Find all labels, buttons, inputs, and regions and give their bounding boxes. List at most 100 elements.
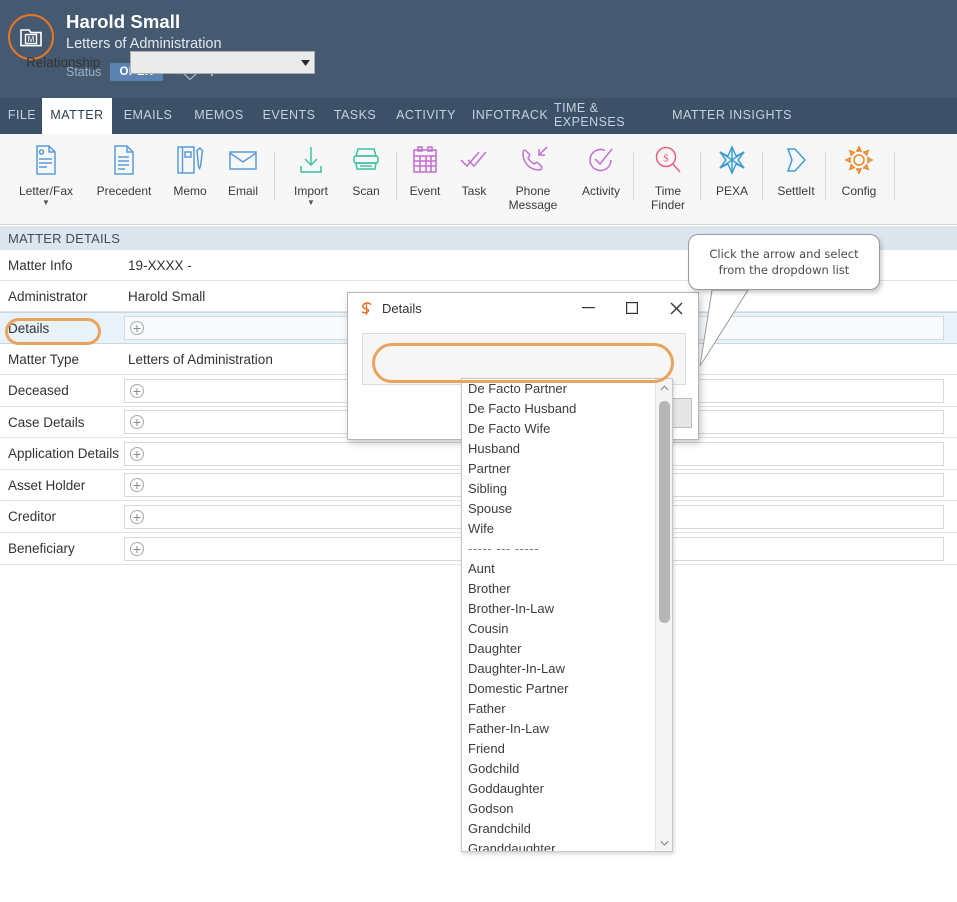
relationship-dropdown-list[interactable]: De Facto Partner De Facto Husband De Facto…: [461, 378, 673, 852]
dropdown-option[interactable]: Father-In-Law: [462, 719, 656, 739]
ribbon-button-email[interactable]: Email: [218, 139, 268, 198]
svg-text:M: M: [28, 35, 35, 44]
row-label: Matter Type: [8, 351, 80, 367]
ribbon-toolbar: Letter/Fax ▼ Precedent Memo Email Import ▼ Scan…: [0, 134, 957, 225]
ribbon-label: Precedent: [96, 184, 152, 198]
plus-circle-icon[interactable]: +: [130, 446, 144, 461]
maximize-button[interactable]: [610, 293, 654, 323]
instruction-callout: Click the arrow and select from the drop…: [688, 234, 880, 290]
page-title: Harold Small: [66, 11, 181, 32]
ribbon-button-settleit[interactable]: SettleIt: [770, 139, 822, 198]
ribbon-label: Phone Message: [508, 184, 558, 212]
dropdown-option[interactable]: De Facto Husband: [462, 399, 656, 419]
ribbon-button-event[interactable]: Event: [400, 139, 450, 198]
tab-file[interactable]: FILE: [2, 98, 42, 134]
ribbon-label: Scan: [352, 184, 380, 198]
row-label: Application Details: [8, 446, 120, 461]
ribbon-label: Time Finder: [650, 184, 685, 212]
matter-header: M Harold Small Letters of Administration…: [0, 0, 957, 98]
ribbon-button-activity[interactable]: Activity: [572, 139, 630, 198]
relationship-combobox[interactable]: [130, 51, 315, 74]
pexa-star-icon: [707, 139, 757, 181]
dropdown-option[interactable]: Godchild: [462, 759, 656, 779]
dropdown-option[interactable]: Domestic Partner: [462, 679, 656, 699]
plus-circle-icon[interactable]: +: [130, 415, 144, 429]
tab-memos[interactable]: MEMOS: [184, 98, 254, 134]
dropdown-option[interactable]: Husband: [462, 439, 656, 459]
ribbon-separator: [762, 152, 763, 200]
dropdown-option[interactable]: Daughter-In-Law: [462, 659, 656, 679]
dropdown-option[interactable]: ----- --- -----: [462, 539, 656, 559]
dropdown-option[interactable]: Spouse: [462, 499, 656, 519]
dropdown-option[interactable]: Brother-In-Law: [462, 599, 656, 619]
dropdown-scrollbar[interactable]: [655, 379, 672, 851]
dropdown-option[interactable]: Granddaughter: [462, 839, 656, 851]
dropdown-option[interactable]: Cousin: [462, 619, 656, 639]
dropdown-option[interactable]: De Facto Wife: [462, 419, 656, 439]
dropdown-option[interactable]: Friend: [462, 739, 656, 759]
plus-circle-icon[interactable]: +: [130, 383, 144, 398]
email-envelope-icon: [218, 139, 268, 181]
tab-tasks[interactable]: TASKS: [324, 98, 386, 134]
matter-type-subtitle: Letters of Administration: [66, 36, 222, 52]
memo-notebook-icon: [165, 139, 215, 181]
dropdown-option[interactable]: De Facto Partner: [462, 379, 656, 399]
plus-circle-icon[interactable]: +: [130, 478, 144, 492]
tab-time-expenses[interactable]: TIME & EXPENSES: [554, 98, 672, 134]
ribbon-separator: [825, 152, 826, 200]
dropdown-option[interactable]: Grandchild: [462, 819, 656, 839]
chevron-down-icon[interactable]: ▼: [10, 198, 82, 207]
dropdown-option[interactable]: Father: [462, 699, 656, 719]
tab-matter-insights[interactable]: MATTER INSIGHTS: [672, 98, 792, 134]
dropdown-option[interactable]: Wife: [462, 519, 656, 539]
ribbon-button-memo[interactable]: Memo: [165, 139, 215, 198]
callout-line-1: Click the arrow and select: [709, 247, 859, 261]
ribbon-label: Letter/Fax: [18, 184, 74, 198]
ribbon-button-time-finder[interactable]: $ Time Finder: [640, 139, 696, 212]
ribbon-separator: [894, 152, 895, 200]
chevron-down-icon[interactable]: ▼: [281, 198, 341, 207]
dropdown-option[interactable]: Partner: [462, 459, 656, 479]
smokeball-s-icon: [359, 301, 374, 316]
row-value: Harold Small: [128, 288, 206, 304]
ribbon-button-precedent[interactable]: Precedent: [88, 139, 160, 198]
tab-emails[interactable]: EMAILS: [112, 98, 184, 134]
tab-matter[interactable]: MATTER: [42, 98, 112, 134]
tab-infotrack[interactable]: INFOTRACK: [466, 98, 554, 134]
ribbon-button-scan[interactable]: Scan: [341, 139, 391, 198]
plus-circle-icon[interactable]: +: [130, 541, 144, 556]
application-window: M Harold Small Letters of Administration…: [0, 0, 957, 902]
ribbon-label: SettleIt: [777, 184, 815, 198]
ribbon-button-phone-message[interactable]: Phone Message: [499, 139, 567, 212]
ribbon-button-import[interactable]: Import ▼: [281, 139, 341, 207]
ribbon-button-letter-fax[interactable]: Letter/Fax ▼: [10, 139, 82, 207]
minimize-button[interactable]: [566, 293, 610, 323]
ribbon-label: Import: [293, 184, 328, 198]
ribbon-button-task[interactable]: Task: [452, 139, 496, 198]
plus-circle-icon[interactable]: +: [130, 321, 144, 335]
chevron-down-icon[interactable]: [297, 52, 314, 73]
dropdown-option[interactable]: Goddaughter: [462, 779, 656, 799]
scanner-icon: [341, 139, 391, 181]
chevron-down-icon[interactable]: [656, 834, 672, 851]
dropdown-option[interactable]: Godson: [462, 799, 656, 819]
dropdown-option[interactable]: Aunt: [462, 559, 656, 579]
tab-events[interactable]: EVENTS: [254, 98, 324, 134]
dropdown-option[interactable]: Sibling: [462, 479, 656, 499]
ribbon-button-pexa[interactable]: PEXA: [707, 139, 757, 198]
ribbon-button-config[interactable]: Config: [833, 139, 885, 198]
dropdown-option[interactable]: Daughter: [462, 639, 656, 659]
close-button[interactable]: [654, 293, 698, 323]
dropdown-option[interactable]: Brother: [462, 579, 656, 599]
ribbon-label: Activity: [581, 184, 620, 198]
ribbon-separator: [633, 152, 634, 200]
row-label: Matter Info: [8, 257, 73, 273]
plus-circle-icon[interactable]: +: [130, 509, 144, 524]
scrollbar-thumb[interactable]: [659, 401, 670, 623]
calendar-icon: [400, 139, 450, 181]
settleit-arrow-icon: [770, 139, 822, 181]
relationship-label: Relationship: [26, 55, 101, 70]
tab-activity[interactable]: ACTIVITY: [386, 98, 466, 134]
dialog-title: Details: [382, 300, 422, 316]
chevron-up-icon[interactable]: [656, 379, 672, 396]
